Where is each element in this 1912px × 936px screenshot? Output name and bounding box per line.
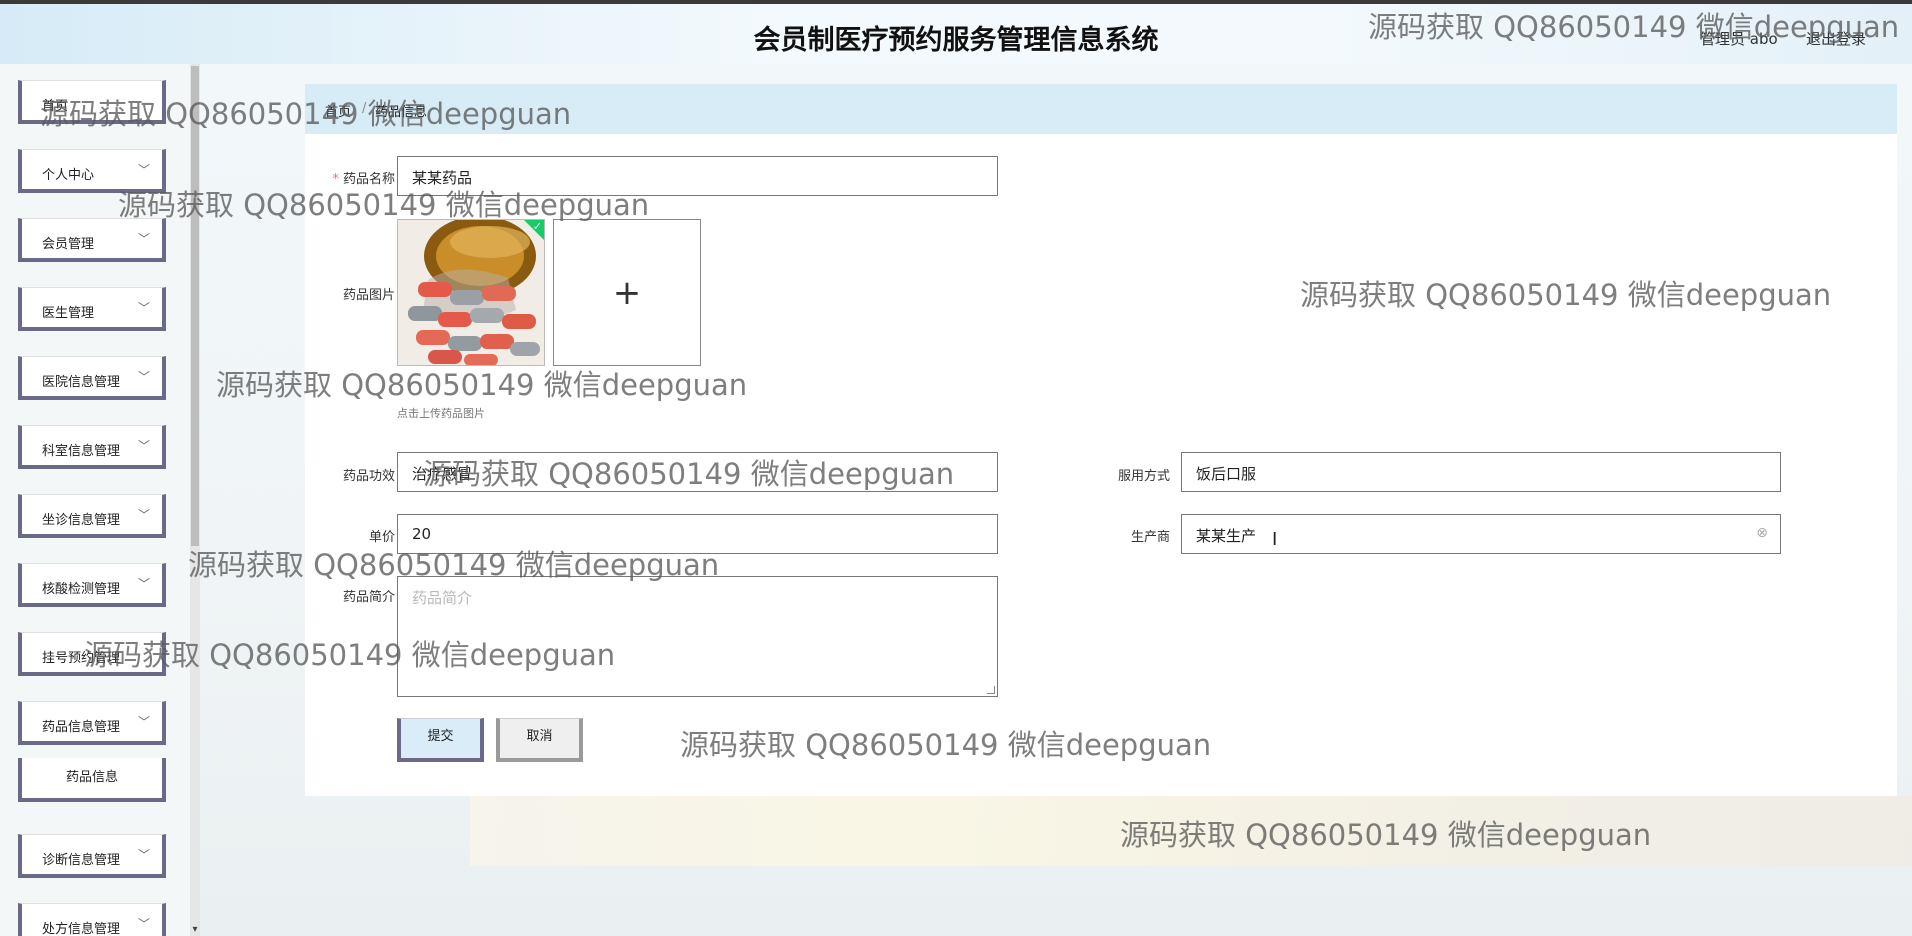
submit-button[interactable]: 提交 xyxy=(397,718,484,762)
breadcrumb-separator: / xyxy=(362,101,367,116)
sidebar-item-label: 挂号预约管理 xyxy=(42,651,121,666)
image-upload-hint: 点击上传药品图片 xyxy=(397,407,485,420)
sidebar-item-hospital-info[interactable]: 医院信息管理 ﹀ xyxy=(18,356,166,400)
manufacturer-label: 生产商 xyxy=(1130,530,1170,545)
sidebar-item-prescription[interactable]: 处方信息管理 ﹀ xyxy=(18,903,166,936)
resize-grip-icon[interactable] xyxy=(987,686,995,694)
check-icon: ✓ xyxy=(532,220,542,233)
chevron-down-icon: ﹀ xyxy=(137,715,150,729)
text-cursor-icon: I xyxy=(1272,529,1278,550)
sidebar-item-label: 个人中心 xyxy=(42,168,95,183)
sidebar-item-label: 医院信息管理 xyxy=(42,375,121,390)
sidebar-item-diagnosis[interactable]: 诊断信息管理 ﹀ xyxy=(18,834,166,878)
sidebar-item-clinic-schedule[interactable]: 坐诊信息管理 ﹀ xyxy=(18,494,166,538)
plus-icon: + xyxy=(612,272,642,313)
chevron-down-icon: ﹀ xyxy=(137,508,150,522)
drug-image-preview[interactable]: ✓ xyxy=(397,219,545,366)
sidebar-subitem-drug-info[interactable]: 药品信息 xyxy=(18,758,166,802)
cancel-button[interactable]: 取消 xyxy=(496,718,583,762)
chevron-down-icon: ﹀ xyxy=(137,439,150,453)
drug-image-label: 药品图片 xyxy=(342,288,395,303)
header: 会员制医疗预约服务管理信息系统 管理员 abo 退出登录 xyxy=(0,4,1912,64)
sidebar-item-label: 处方信息管理 xyxy=(42,922,121,936)
sidebar-item-department-info[interactable]: 科室信息管理 ﹀ xyxy=(18,425,166,469)
usage-input[interactable]: 饭后口服 xyxy=(1181,452,1781,492)
sidebar-item-label: 首页 xyxy=(42,99,69,114)
drug-effect-label: 药品功效 xyxy=(342,469,395,484)
background-decoration xyxy=(470,796,1912,866)
clear-icon[interactable]: ⊗ xyxy=(1756,525,1768,541)
required-mark: * xyxy=(332,172,339,187)
sidebar-item-label: 核酸检测管理 xyxy=(42,582,121,597)
current-user: 管理员 abo xyxy=(1700,30,1778,48)
price-input[interactable]: 20 xyxy=(397,514,998,554)
chevron-down-icon: ﹀ xyxy=(137,370,150,384)
image-upload-button[interactable]: + xyxy=(553,219,701,366)
chevron-down-icon: ﹀ xyxy=(137,577,150,591)
sidebar-item-label: 医生管理 xyxy=(42,306,95,321)
sidebar-item-home[interactable]: 首页 xyxy=(18,80,166,124)
sidebar-item-label: 坐诊信息管理 xyxy=(42,513,121,528)
drug-name-label: * 药品名称 xyxy=(332,172,395,187)
scroll-down-arrow-icon[interactable]: ▾ xyxy=(190,924,200,935)
manufacturer-input[interactable]: 某某生产 ⊗ xyxy=(1181,514,1781,554)
logout-link[interactable]: 退出登录 xyxy=(1806,28,1866,49)
chevron-down-icon: ﹀ xyxy=(137,848,150,862)
chevron-down-icon: ﹀ xyxy=(137,301,150,315)
chevron-down-icon: ﹀ xyxy=(137,163,150,177)
sidebar-item-label: 会员管理 xyxy=(42,237,95,252)
sidebar-item-label: 诊断信息管理 xyxy=(42,853,121,868)
sidebar-item-label: 药品信息管理 xyxy=(42,720,121,735)
sidebar-item-drug-info-management[interactable]: 药品信息管理 ﹀ xyxy=(18,701,166,745)
sidebar-item-nucleic-test[interactable]: 核酸检测管理 ﹀ xyxy=(18,563,166,607)
sidebar-item-personal-center[interactable]: 个人中心 ﹀ xyxy=(18,149,166,193)
breadcrumb-home[interactable]: 首页 xyxy=(325,101,351,120)
sidebar-item-label: 科室信息管理 xyxy=(42,444,121,459)
breadcrumb-current: 药品信息 xyxy=(375,105,428,120)
price-label: 单价 xyxy=(368,530,395,545)
sidebar: 首页 个人中心 ﹀ 会员管理 ﹀ 医生管理 ﹀ 医院信息管理 ﹀ 科室信息管理 ﹀ 坐诊信… xyxy=(0,64,200,936)
drug-intro-placeholder: 药品简介 xyxy=(412,589,473,607)
drug-form-panel: 首页 / 药品信息 * 药品名称 某某药品 药品图片 ✓ + 点击上传药品图片 … xyxy=(305,84,1897,796)
drug-effect-input[interactable]: 治疗感冒 xyxy=(397,452,998,492)
sidebar-scrollbar-thumb[interactable] xyxy=(191,66,199,546)
app-title: 会员制医疗预约服务管理信息系统 xyxy=(753,25,1159,56)
chevron-down-icon: ﹀ xyxy=(137,232,150,246)
drug-intro-textarea[interactable]: 药品简介 xyxy=(397,576,998,697)
manufacturer-value: 某某生产 xyxy=(1196,527,1257,545)
sidebar-item-registration[interactable]: 挂号预约管理 xyxy=(18,632,166,676)
usage-label: 服用方式 xyxy=(1117,469,1170,484)
sidebar-item-member-management[interactable]: 会员管理 ﹀ xyxy=(18,218,166,262)
drug-intro-label: 药品简介 xyxy=(342,590,395,605)
drug-name-input[interactable]: 某某药品 xyxy=(397,156,998,196)
sidebar-item-doctor-management[interactable]: 医生管理 ﹀ xyxy=(18,287,166,331)
chevron-down-icon: ﹀ xyxy=(137,917,150,931)
breadcrumb: 首页 / 药品信息 xyxy=(305,84,1897,134)
